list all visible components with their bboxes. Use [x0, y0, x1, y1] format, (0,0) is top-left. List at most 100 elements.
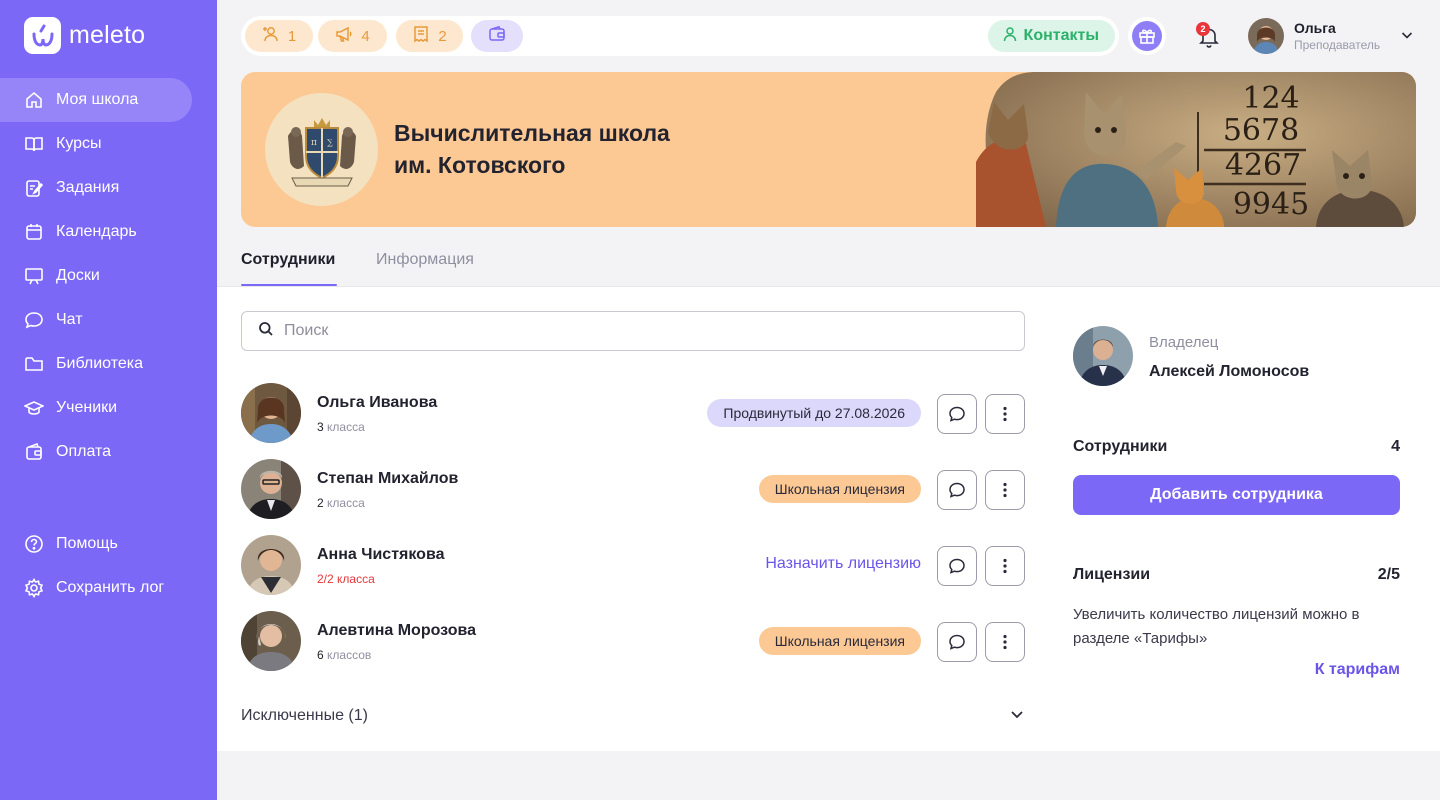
employee-classes: 2/2 класса: [317, 572, 375, 586]
chat-icon: [24, 310, 44, 330]
more-vertical-icon: [1003, 482, 1007, 498]
employee-name[interactable]: Анна Чистякова: [317, 546, 444, 564]
tab-information[interactable]: Информация: [376, 251, 474, 269]
classes-word: класса: [327, 420, 365, 434]
sidebar-item-courses[interactable]: Курсы: [0, 122, 217, 166]
sidebar-item-label: Чат: [56, 311, 83, 328]
receipts-count: 2: [438, 27, 447, 45]
search-box[interactable]: [241, 311, 1025, 351]
sidebar-item-label: Календарь: [56, 223, 137, 240]
contact-person-icon: [1002, 26, 1018, 47]
sidebar-item-payment[interactable]: Оплата: [0, 430, 217, 474]
employee-classes: 6 классов: [317, 648, 371, 662]
contacts-button[interactable]: Контакты: [987, 20, 1115, 52]
receipts-pill[interactable]: 2: [396, 20, 463, 52]
wallet-icon: [24, 442, 44, 462]
gear-icon: [24, 578, 44, 598]
sidebar-item-save-log[interactable]: Сохранить лог: [0, 566, 217, 610]
message-button[interactable]: [937, 394, 977, 434]
calendar-icon: [24, 222, 44, 242]
sidebar-item-library[interactable]: Библиотека: [0, 342, 217, 386]
tab-employees[interactable]: Сотрудники: [241, 251, 335, 269]
sidebar-item-label: Курсы: [56, 135, 102, 152]
employee-name[interactable]: Алевтина Морозова: [317, 622, 476, 640]
top-bar: 1 4 2 Контакты: [241, 16, 1119, 56]
employee-classes: 2 класса: [317, 496, 365, 510]
add-employee-button[interactable]: Добавить сотрудника: [1073, 475, 1400, 515]
announcements-pill[interactable]: 4: [318, 20, 387, 52]
art-number: 9945: [1233, 187, 1309, 222]
more-options-button[interactable]: [985, 470, 1025, 510]
gift-button[interactable]: [1128, 17, 1166, 55]
owner-label: Владелец: [1149, 334, 1219, 351]
excluded-section-toggle[interactable]: Исключенные (1): [241, 701, 1025, 731]
license-badge[interactable]: Школьная лицензия: [758, 627, 921, 655]
sidebar-item-students[interactable]: Ученики: [0, 386, 217, 430]
avatar: [241, 459, 301, 519]
sidebar: meleto Моя школа Курсы Задания Календарь: [0, 0, 217, 800]
employee-row: Анна Чистякова 2/2 класса Назначить лице…: [241, 535, 1025, 595]
sidebar-item-boards[interactable]: Доски: [0, 254, 217, 298]
megaphone-icon: [335, 25, 353, 47]
sidebar-item-label: Задания: [56, 179, 120, 196]
art-number: 5678: [1223, 113, 1299, 148]
assign-license-link[interactable]: Назначить лицензию: [765, 555, 921, 573]
sidebar-item-calendar[interactable]: Календарь: [0, 210, 217, 254]
user-role: Преподаватель: [1294, 38, 1381, 52]
classes-count: 6: [317, 648, 324, 662]
chat-icon: [949, 558, 965, 574]
classes-word: класса: [337, 572, 375, 586]
licenses-description: Увеличить количество лицензий можно в ра…: [1073, 606, 1360, 647]
licenses-count: 2/5: [1377, 566, 1400, 583]
message-button[interactable]: [937, 470, 977, 510]
school-name-line-1: Вычислительная школа: [394, 120, 670, 146]
chevron-down-icon[interactable]: [1400, 28, 1414, 47]
employee-name[interactable]: Степан Михайлов: [317, 470, 458, 488]
more-options-button[interactable]: [985, 622, 1025, 662]
sidebar-item-label: Библиотека: [56, 355, 143, 372]
message-button[interactable]: [937, 546, 977, 586]
employee-name[interactable]: Ольга Иванова: [317, 394, 437, 412]
wallet-pill[interactable]: [471, 20, 523, 52]
art-number: 124: [1242, 81, 1299, 116]
sidebar-item-help[interactable]: Помощь: [0, 522, 217, 566]
gift-icon: [1132, 21, 1162, 51]
owner-card: Владелец Алексей Ломоносов: [1057, 311, 1416, 402]
user-name: Ольга: [1294, 20, 1336, 36]
message-button[interactable]: [937, 622, 977, 662]
staff-card-title: Сотрудники: [1073, 438, 1168, 455]
svg-text:π: π: [311, 138, 317, 148]
owner-name[interactable]: Алексей Ломоносов: [1149, 363, 1309, 381]
sidebar-nav: Моя школа Курсы Задания Календарь Доски: [0, 78, 217, 474]
chat-icon: [949, 634, 965, 650]
sidebar-item-chat[interactable]: Чат: [0, 298, 217, 342]
logo[interactable]: meleto: [24, 17, 145, 54]
chevron-down-icon: [1009, 706, 1025, 727]
employee-row: Степан Михайлов 2 класса Школьная лиценз…: [241, 459, 1025, 519]
banner-illustration: 124 5678 4267 9945: [976, 72, 1416, 227]
board-icon: [24, 266, 44, 286]
sidebar-item-tasks[interactable]: Задания: [0, 166, 217, 210]
more-options-button[interactable]: [985, 546, 1025, 586]
chat-icon: [949, 406, 965, 422]
sidebar-item-my-school[interactable]: Моя школа: [0, 78, 192, 122]
sidebar-item-label: Сохранить лог: [56, 579, 165, 596]
classes-word: класса: [327, 496, 365, 510]
invitations-pill[interactable]: 1: [245, 20, 313, 52]
sidebar-item-label: Ученики: [56, 399, 118, 416]
wallet-icon: [488, 25, 506, 47]
active-tab-indicator: [241, 284, 337, 286]
licenses-card: Лицензии 2/5 Увеличить количество лиценз…: [1057, 547, 1416, 697]
tabs: Сотрудники Информация: [217, 227, 1440, 287]
search-input[interactable]: [284, 322, 984, 340]
user-menu[interactable]: Ольга Преподаватель: [1248, 18, 1380, 54]
classes-count: 2: [317, 496, 324, 510]
edit-task-icon: [24, 178, 44, 198]
help-icon: [24, 534, 44, 554]
more-options-button[interactable]: [985, 394, 1025, 434]
license-badge[interactable]: Продвинутый до 27.08.2026: [707, 399, 921, 427]
license-badge[interactable]: Школьная лицензия: [758, 475, 921, 503]
tariffs-link[interactable]: К тарифам: [1315, 661, 1400, 679]
graduation-cap-icon: [24, 398, 44, 418]
more-vertical-icon: [1003, 558, 1007, 574]
